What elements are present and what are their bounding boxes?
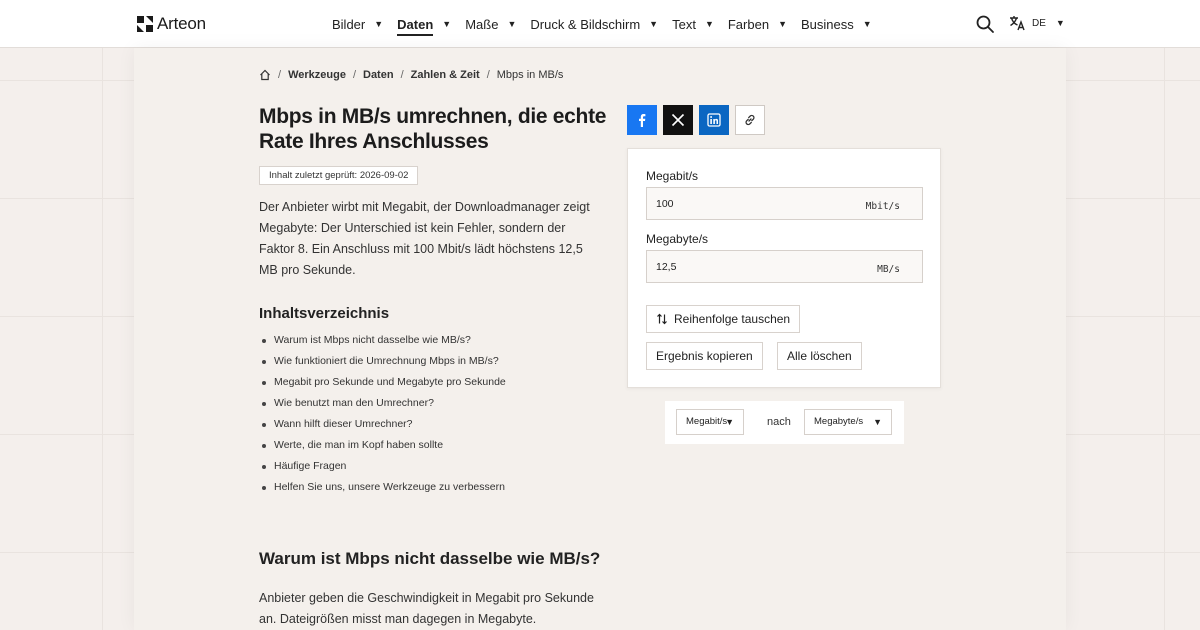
- toc-item[interactable]: Häufige Fragen: [259, 456, 506, 477]
- nav-label: Farben: [727, 16, 770, 32]
- to-unit-select[interactable]: Megabyte/s ▼: [804, 409, 892, 435]
- swap-button-label: Reihenfolge tauschen: [674, 312, 791, 326]
- converter-panel: Megabit/s Mbit/s Megabyte/s MB/s Reihenf…: [627, 148, 941, 388]
- x-icon: [671, 113, 685, 127]
- nav-label: Daten: [397, 17, 434, 36]
- main-nav: Bilder ▼ Daten ▼ Maße ▼ Druck & Bildschi…: [332, 0, 886, 48]
- language-code: DE: [1032, 17, 1046, 29]
- to-unit-select-value: Megabyte/s: [814, 416, 864, 427]
- search-icon[interactable]: [975, 14, 995, 34]
- copy-result-label: Ergebnis kopieren: [656, 349, 753, 363]
- swap-button[interactable]: Reihenfolge tauschen: [646, 305, 801, 333]
- toc-item[interactable]: Wann hilft dieser Umrechner?: [259, 414, 506, 435]
- breadcrumb-separator: /: [352, 69, 356, 81]
- nav-item-bilder[interactable]: Bilder ▼: [332, 0, 383, 48]
- from-field-label: Megabit/s: [646, 169, 699, 183]
- nav-item-druck[interactable]: Druck & Bildschirm ▼: [530, 0, 658, 48]
- logo-icon: [137, 16, 153, 32]
- nav-item-business[interactable]: Business ▼: [801, 0, 872, 48]
- nav-label: Text: [672, 16, 696, 32]
- share-bar: [627, 105, 765, 135]
- nav-label: Druck & Bildschirm: [530, 16, 641, 32]
- from-unit-label: Mbit/s: [865, 201, 900, 212]
- to-field: MB/s: [646, 250, 923, 283]
- site-header: Arteon Bilder ▼ Daten ▼ Maße ▼ Druck & B…: [0, 0, 1200, 48]
- language-selector[interactable]: DE ▼: [1009, 15, 1065, 31]
- nav-item-masse[interactable]: Maße ▼: [465, 0, 516, 48]
- from-unit-select[interactable]: Megabit/s ▼: [676, 409, 744, 435]
- breadcrumb-item-daten[interactable]: Daten: [363, 69, 394, 81]
- caret-down-icon: ▼: [862, 19, 872, 29]
- link-icon: [745, 114, 755, 126]
- from-value-input[interactable]: [647, 188, 847, 219]
- last-checked-badge: Inhalt zuletzt geprüft: 2026-09-02: [259, 166, 419, 185]
- home-icon[interactable]: [259, 69, 271, 81]
- facebook-icon: [639, 114, 646, 127]
- clear-all-button[interactable]: Alle löschen: [777, 342, 862, 370]
- clear-all-label: Alle löschen: [787, 349, 852, 363]
- breadcrumb-separator: /: [486, 69, 490, 81]
- nav-label: Business: [800, 16, 854, 32]
- caret-down-icon: ▼: [1055, 18, 1065, 28]
- nav-label: Maße: [465, 16, 499, 32]
- unit-selector: Megabit/s ▼ nach Megabyte/s ▼: [665, 401, 904, 444]
- linkedin-icon: [707, 113, 721, 127]
- translate-icon: [1010, 16, 1025, 31]
- caret-down-icon: ▼: [704, 19, 714, 29]
- toc-item[interactable]: Helfen Sie uns, unsere Werkzeuge zu verb…: [259, 477, 506, 498]
- toc-item[interactable]: Wie benutzt man den Umrechner?: [259, 393, 506, 414]
- nav-label: Bilder: [332, 16, 366, 32]
- breadcrumb-item-werkzeuge[interactable]: Werkzeuge: [288, 69, 346, 81]
- toc-item[interactable]: Werte, die man im Kopf haben sollte: [259, 435, 506, 456]
- to-field-label: Megabyte/s: [646, 232, 709, 246]
- intro-text: Der Anbieter wirbt mit Megabit, der Down…: [259, 200, 590, 277]
- toc-item[interactable]: Megabit pro Sekunde und Megabyte pro Sek…: [259, 372, 506, 393]
- caret-down-icon: ▼: [778, 19, 787, 29]
- copy-result-button[interactable]: Ergebnis kopieren: [646, 342, 763, 370]
- share-facebook-button[interactable]: [627, 105, 657, 135]
- logo[interactable]: Arteon: [137, 14, 206, 34]
- caret-down-icon: ▼: [873, 417, 882, 427]
- caret-down-icon: ▼: [507, 19, 517, 29]
- logo-text: Arteon: [157, 14, 206, 33]
- table-of-contents: Warum ist Mbps nicht dasselbe wie MB/s? …: [259, 330, 506, 498]
- nav-item-farben[interactable]: Farben ▼: [728, 0, 787, 48]
- main-content: / Werkzeuge / Daten / Zahlen & Zeit / Mb…: [134, 48, 1066, 630]
- to-value-input[interactable]: [647, 251, 847, 282]
- from-unit-select-value: Megabit/s: [686, 416, 728, 427]
- nav-item-text[interactable]: Text ▼: [672, 0, 714, 48]
- to-unit-label: MB/s: [877, 264, 900, 275]
- caret-down-icon: ▼: [374, 19, 384, 29]
- page-title: Mbps in MB/s umrechnen, die echte Rate I…: [259, 105, 607, 153]
- breadcrumb-separator: /: [400, 69, 404, 81]
- breadcrumb: / Werkzeuge / Daten / Zahlen & Zeit / Mb…: [259, 69, 563, 81]
- from-field: Mbit/s: [646, 187, 923, 220]
- caret-down-icon: ▼: [725, 417, 734, 427]
- breadcrumb-current: Mbps in MB/s: [496, 69, 564, 81]
- breadcrumb-separator: /: [278, 69, 282, 81]
- breadcrumb-item-zahlen-zeit[interactable]: Zahlen & Zeit: [411, 69, 480, 81]
- caret-down-icon: ▼: [649, 19, 659, 29]
- unit-selector-connector: nach: [767, 416, 791, 428]
- toc-item[interactable]: Warum ist Mbps nicht dasselbe wie MB/s?: [259, 330, 506, 351]
- swap-icon: [657, 313, 667, 325]
- share-linkedin-button[interactable]: [699, 105, 729, 135]
- section-text: Anbieter geben die Geschwindigkeit in Me…: [259, 591, 594, 626]
- toc-item[interactable]: Wie funktioniert die Umrechnung Mbps in …: [259, 351, 506, 372]
- section-heading: Warum ist Mbps nicht dasselbe wie MB/s?: [259, 549, 601, 568]
- nav-item-daten[interactable]: Daten ▼: [397, 0, 451, 48]
- copy-link-button[interactable]: [735, 105, 765, 135]
- caret-down-icon: ▼: [442, 19, 452, 29]
- share-x-button[interactable]: [663, 105, 693, 135]
- toc-title: Inhaltsverzeichnis: [259, 305, 390, 322]
